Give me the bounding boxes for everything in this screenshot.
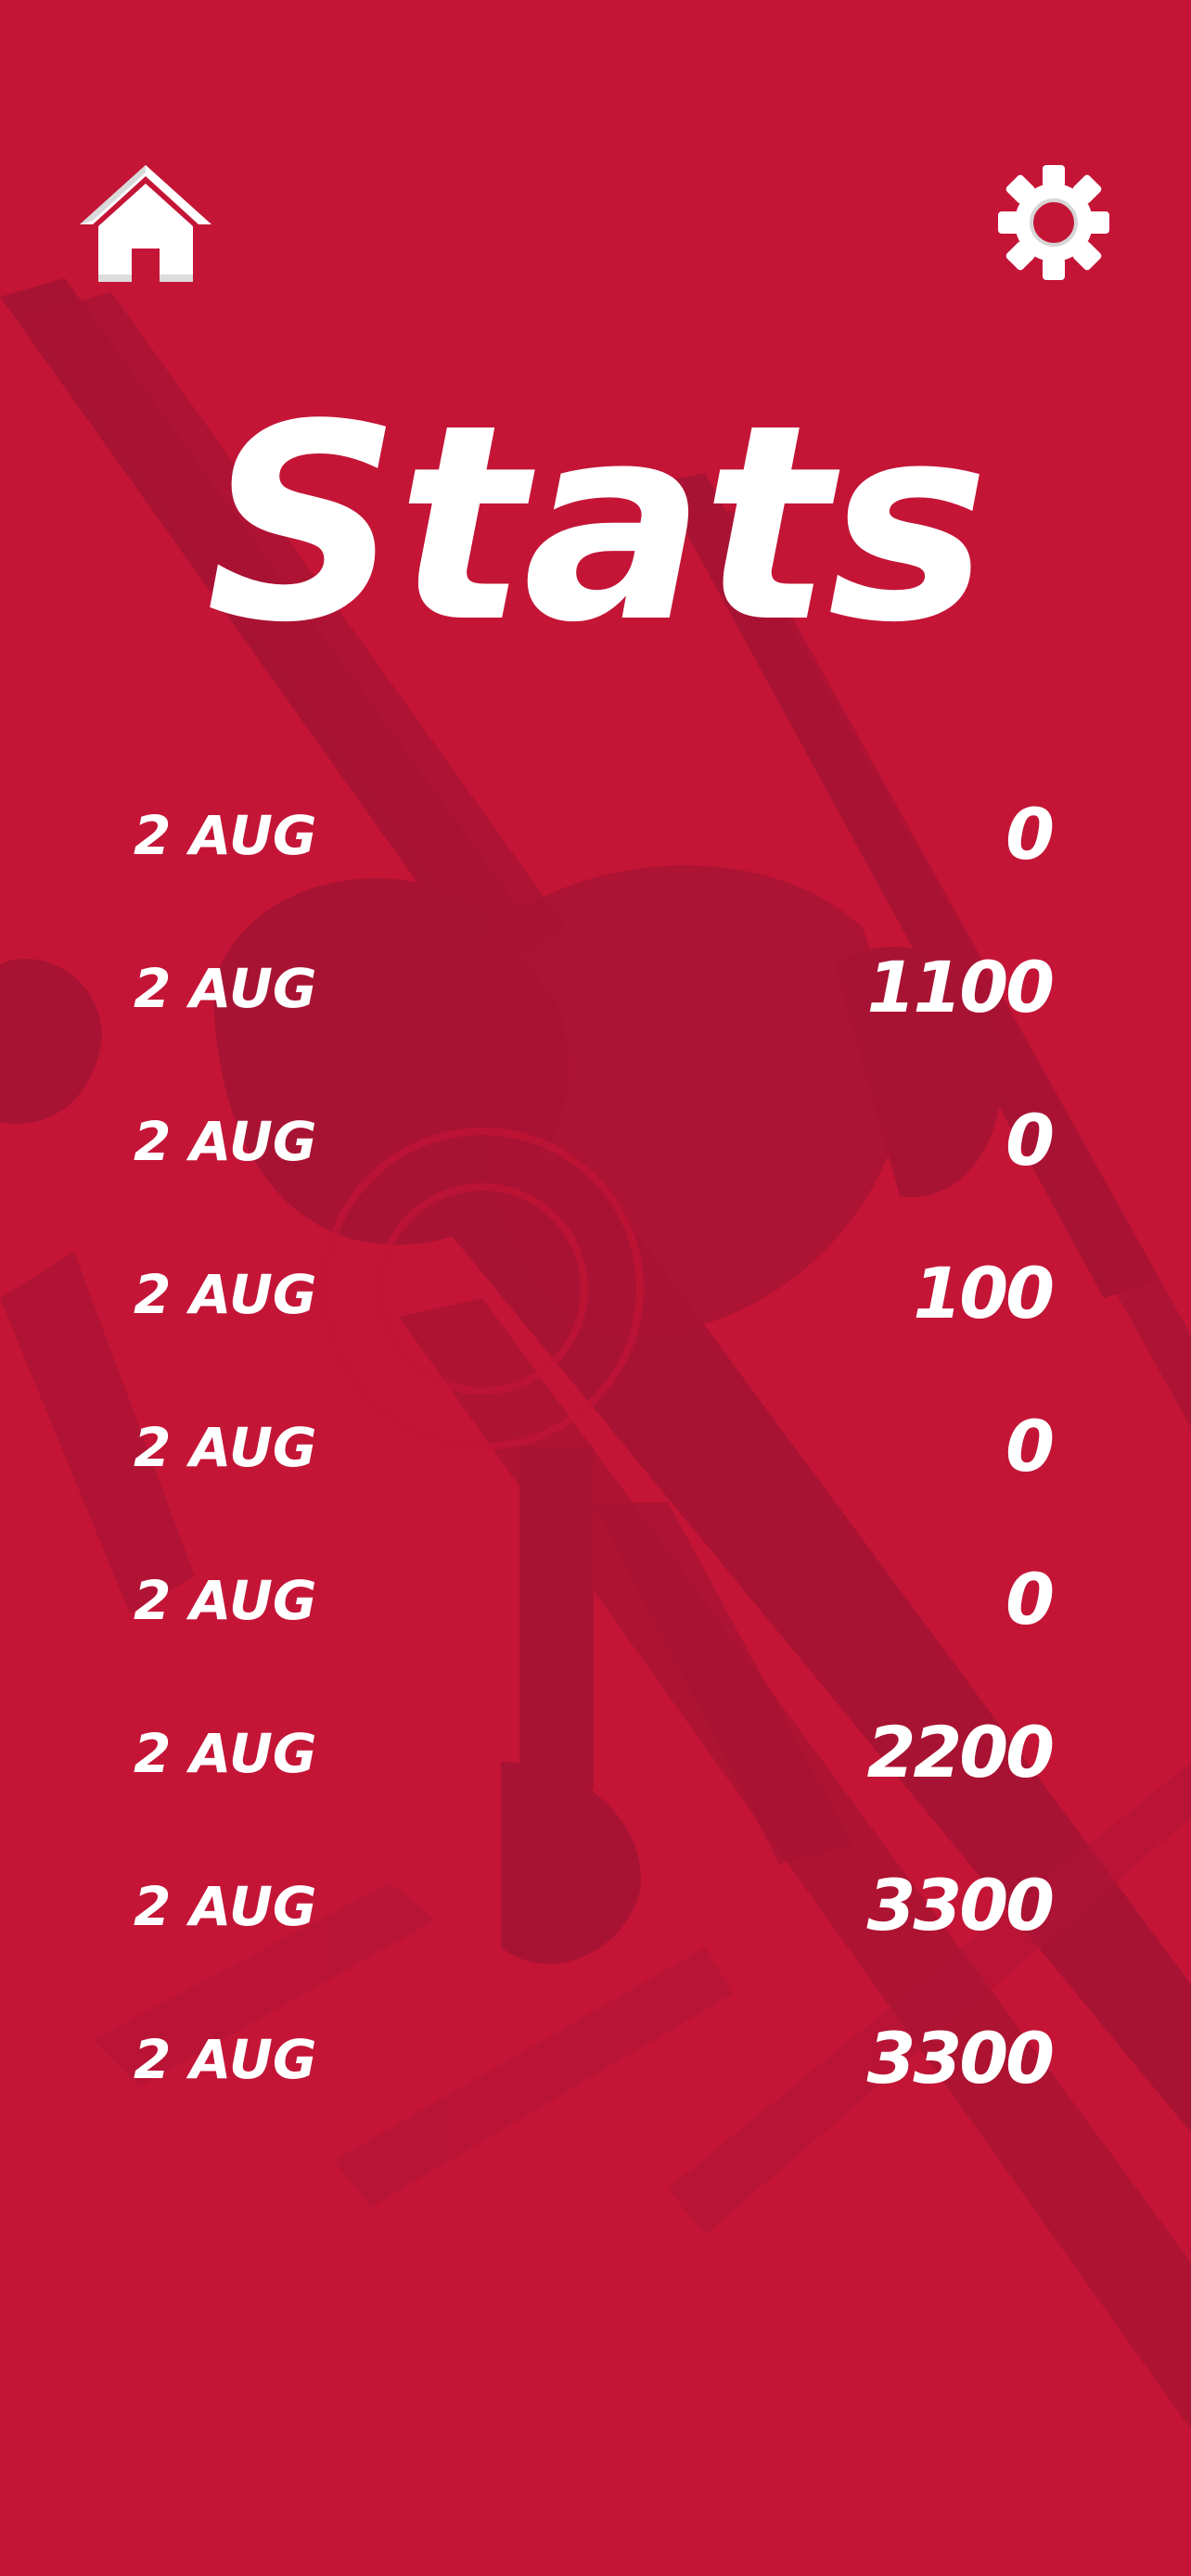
stat-date: 2 AUG xyxy=(134,1416,317,1479)
stat-score: 0 xyxy=(1005,793,1055,875)
page-title: Stats xyxy=(205,366,989,682)
home-button[interactable] xyxy=(80,165,211,282)
stat-row: 2 AUG 0 xyxy=(134,1553,1055,1706)
home-icon xyxy=(80,165,211,282)
stat-row: 2 AUG 3300 xyxy=(134,2012,1055,2165)
stat-score: 0 xyxy=(1005,1405,1055,1487)
stat-row: 2 AUG 100 xyxy=(134,1247,1055,1400)
stat-row: 2 AUG 0 xyxy=(134,1400,1055,1553)
stat-date: 2 AUG xyxy=(134,1110,317,1173)
stat-date: 2 AUG xyxy=(134,804,317,867)
stat-row: 2 AUG 1100 xyxy=(134,941,1055,1094)
stat-date: 2 AUG xyxy=(134,1722,317,1785)
stat-score: 100 xyxy=(913,1252,1055,1334)
stat-score: 0 xyxy=(1005,1558,1055,1640)
stat-row: 2 AUG 0 xyxy=(134,1094,1055,1247)
stat-date: 2 AUG xyxy=(134,1569,317,1632)
settings-button[interactable] xyxy=(998,165,1109,280)
stat-score: 3300 xyxy=(866,1864,1055,1946)
stat-date: 2 AUG xyxy=(134,1263,317,1326)
gear-icon xyxy=(998,165,1109,280)
stat-date: 2 AUG xyxy=(134,1875,317,1938)
stats-screen: Stats 2 AUG 0 2 AUG 1100 2 AUG 0 2 AUG 1… xyxy=(0,0,1191,2576)
stat-row: 2 AUG 2200 xyxy=(134,1706,1055,1859)
stat-date: 2 AUG xyxy=(134,2028,317,2091)
stat-score: 0 xyxy=(1005,1099,1055,1181)
stat-score: 3300 xyxy=(866,2017,1055,2099)
stat-date: 2 AUG xyxy=(134,957,317,1020)
stat-row: 2 AUG 3300 xyxy=(134,1859,1055,2012)
stat-score: 2200 xyxy=(866,1711,1055,1793)
stat-score: 1100 xyxy=(866,946,1055,1028)
stat-row: 2 AUG 0 xyxy=(134,788,1055,941)
stats-list: 2 AUG 0 2 AUG 1100 2 AUG 0 2 AUG 100 2 A… xyxy=(134,788,1055,2165)
